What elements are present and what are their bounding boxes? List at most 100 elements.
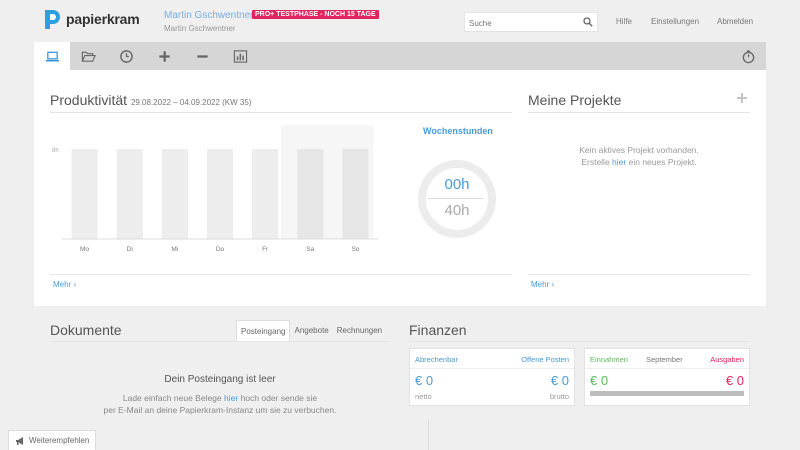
bar-chart-icon — [233, 49, 247, 63]
minus-icon — [196, 54, 208, 58]
billable-label: Abrechenbar — [415, 355, 458, 364]
top-header: papierkram Martin Gschwentner Martin Gsc… — [0, 0, 800, 42]
x-tick-label: Fr — [262, 246, 269, 253]
productivity-more-label: Mehr — [53, 280, 72, 289]
open-items-label: Offene Posten — [521, 355, 569, 364]
documents-title: Dokumente — [50, 322, 122, 338]
clock-icon — [119, 49, 133, 63]
projects-empty-pre: Erstelle — [581, 157, 610, 167]
time-tracking-tab[interactable] — [108, 42, 144, 70]
divider — [50, 112, 512, 113]
divider — [410, 368, 574, 369]
divider — [585, 368, 749, 369]
reports-tab[interactable] — [222, 42, 258, 70]
add-income-tab[interactable] — [146, 42, 182, 70]
user-subtitle: Martin Gschwentner — [164, 24, 236, 33]
search-icon[interactable] — [583, 17, 593, 27]
productivity-title: Produktivität — [50, 92, 128, 108]
month-label: September — [646, 355, 683, 364]
weekly-hours-title: Wochenstunden — [423, 126, 493, 136]
user-name[interactable]: Martin Gschwentner — [164, 10, 253, 21]
income-expense-card[interactable]: Einnahmen September Ausgaben € 0 € 0 — [584, 348, 750, 406]
expense-value: € 0 — [725, 373, 744, 388]
x-tick-label: So — [351, 246, 359, 253]
megaphone-icon — [16, 436, 23, 445]
documents-tab[interactable] — [70, 42, 106, 70]
inbox-empty-title: Dein Posteingang ist leer — [164, 374, 276, 385]
x-tick-label: Mo — [80, 246, 89, 253]
divider — [428, 420, 429, 450]
bar-background — [206, 149, 234, 239]
divider — [50, 341, 390, 342]
add-project-icon[interactable] — [736, 92, 748, 104]
inbox-empty-line2: per E-Mail an deine Papierkram-Instanz u… — [103, 405, 337, 415]
bar-background — [71, 149, 98, 239]
projects-empty-line1: Kein aktives Projekt vorhanden. — [579, 145, 699, 155]
projects-more-link[interactable]: Mehr › — [531, 280, 554, 289]
productivity-chart-svg: 8h Mo Di Mi Do Fr Sa So — [52, 125, 378, 253]
documents-body: Dein Posteingang ist leer Lade einfach n… — [50, 344, 390, 450]
tab-offers[interactable]: Angebote — [290, 320, 332, 342]
open-items-sub: brutto — [549, 392, 569, 401]
dashboard-tab[interactable] — [34, 42, 70, 70]
laptop-icon — [45, 51, 59, 61]
recommend-label: Weiterempfehlen — [29, 436, 90, 445]
bar-background — [116, 149, 143, 239]
inbox-empty-post: hoch oder sende sie — [240, 393, 318, 403]
logo-text: papierkram — [66, 11, 140, 27]
income-value: € 0 — [590, 373, 609, 388]
logout-link[interactable]: Abmelden — [717, 17, 753, 26]
productivity-more-link[interactable]: Mehr › — [53, 280, 76, 289]
weekly-hours-value: 00h — [444, 176, 470, 193]
billable-card[interactable]: Abrechenbar Offene Posten € 0 € 0 netto … — [409, 348, 575, 406]
divider — [409, 341, 750, 342]
productivity-heading: Produktivität 29.08.2022 – 04.09.2022 (K… — [50, 92, 251, 108]
divider — [528, 274, 750, 275]
bar-background — [252, 149, 279, 239]
folder-open-icon — [81, 51, 96, 62]
dashboard-top-panel: Produktivität 29.08.2022 – 04.09.2022 (K… — [34, 70, 766, 306]
x-tick-label: Sa — [306, 246, 314, 253]
logo[interactable]: papierkram — [42, 8, 140, 30]
weekly-hours-max: 40h — [444, 202, 470, 219]
trial-badge[interactable]: PRO+ TESTPHASE - NOCH 15 TAGE — [252, 10, 379, 19]
search-input[interactable] — [465, 14, 575, 33]
billable-sub: netto — [415, 392, 432, 401]
y-tick-label: 8h — [52, 148, 59, 154]
logo-icon — [45, 10, 60, 29]
projects-empty-state: Kein aktives Projekt vorhanden. Erstelle… — [528, 144, 750, 168]
add-expense-tab[interactable] — [184, 42, 220, 70]
finance-title: Finanzen — [409, 322, 467, 338]
projects-more-label: Mehr — [531, 280, 550, 289]
divider — [528, 112, 750, 113]
x-tick-label: Mi — [171, 246, 178, 253]
x-tick-label: Di — [127, 246, 133, 253]
tab-invoices[interactable]: Rechnungen — [333, 320, 386, 342]
settings-link[interactable]: Einstellungen — [651, 17, 699, 26]
inbox-empty-text: Lade einfach neue Belege hier hoch oder … — [50, 392, 390, 416]
stopwatch-button[interactable] — [730, 42, 766, 70]
projects-empty-post: ein neues Projekt. — [628, 157, 697, 167]
divider — [50, 274, 512, 275]
recommend-button[interactable]: Weiterempfehlen — [8, 430, 97, 450]
productivity-chart: 8h Mo Di Mi Do Fr Sa So — [50, 125, 380, 255]
x-tick-label: Do — [216, 246, 225, 253]
billable-value: € 0 — [415, 373, 434, 388]
upload-receipt-link[interactable]: hier — [224, 393, 238, 403]
search-box[interactable] — [464, 12, 598, 33]
help-link[interactable]: Hilfe — [616, 17, 632, 26]
open-items-value: € 0 — [550, 373, 569, 388]
documents-tabs: Posteingang Angebote Rechnungen — [236, 320, 386, 342]
gauge-divider — [427, 198, 483, 199]
productivity-range: 29.08.2022 – 04.09.2022 (KW 35) — [130, 98, 252, 107]
bar-background — [342, 149, 369, 239]
stopwatch-icon — [742, 49, 754, 63]
bar-background — [297, 149, 324, 239]
tab-inbox[interactable]: Posteingang — [236, 320, 291, 342]
create-project-link[interactable]: hier — [612, 157, 626, 167]
main-toolbar — [34, 42, 766, 70]
income-expense-bar — [590, 391, 744, 396]
expense-label: Ausgaben — [710, 355, 744, 364]
bar-background — [161, 149, 188, 239]
income-label: Einnahmen — [590, 355, 628, 364]
